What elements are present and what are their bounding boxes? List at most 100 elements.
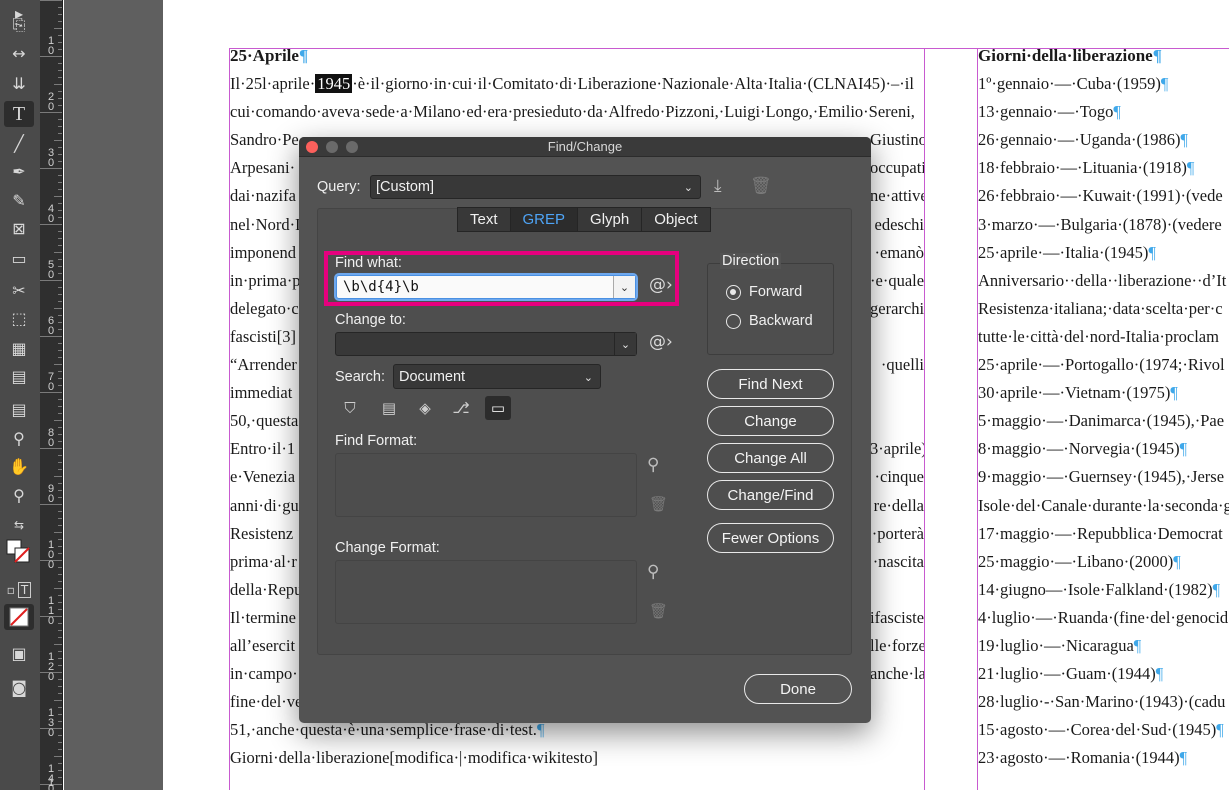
ruler-tick [58, 679, 62, 680]
text-line-fragment: 3·aprile) [870, 435, 924, 463]
none-swatch-icon[interactable] [4, 604, 34, 630]
change-all-button[interactable]: Change All [707, 443, 834, 473]
tab-grep[interactable]: GREP [510, 207, 579, 232]
specify-change-format-icon[interactable]: ⚲ [647, 562, 659, 582]
include-master-pages-icon[interactable]: ⎇ [448, 396, 474, 420]
pilcrow: ¶ [1180, 439, 1187, 458]
at-symbol: @ [649, 332, 666, 352]
delete-query-icon[interactable]: 🗑 [750, 176, 772, 196]
dialog-titlebar[interactable]: Find/Change [299, 137, 871, 157]
text-frame-column-2[interactable]: Giorni·della·liberazione¶1º·gennaio·—·Cu… [978, 42, 1229, 772]
ruler-tick [54, 756, 62, 757]
change-to-history-dropdown[interactable]: ⌄ [614, 333, 636, 355]
ruler-tick [58, 161, 62, 162]
ruler-tick [58, 378, 62, 379]
search-scope-dropdown[interactable]: Document ⌄ [393, 364, 601, 389]
find-format-box[interactable] [335, 453, 637, 517]
ruler-tick [58, 693, 62, 694]
ruler-tick [58, 665, 62, 666]
text-line: Resistenza·italiana;·data·scelta·per·c [978, 295, 1229, 323]
text-line: 25·maggio·—·Libano·(2000)¶ [978, 548, 1229, 576]
pilcrow: ¶ [299, 46, 308, 65]
ruler-tick [58, 630, 62, 631]
ruler-tick [54, 28, 62, 29]
formatting-text-icon[interactable]: ▫ T [4, 577, 34, 603]
ruler-tick [58, 245, 62, 246]
content-collector-icon[interactable]: ⇊ [4, 70, 34, 96]
ruler-tick [58, 595, 62, 596]
text-line-fragment: ·porterà [870, 520, 924, 548]
text-line: 30·aprile·—·Vietnam·(1975)¶ [978, 379, 1229, 407]
direction-forward-label[interactable]: Forward [749, 284, 802, 300]
tab-glyph[interactable]: Glyph [577, 207, 642, 232]
done-button[interactable]: Done [744, 674, 852, 704]
swap-icon[interactable]: ⇆ [4, 512, 34, 538]
chevron-down-icon: ⌄ [584, 371, 593, 384]
find-change-dialog: Find/Change Query: [Custom] ⌄ ⤓ 🗑 Text G… [299, 137, 871, 723]
view-mode-icon[interactable]: ▣ [4, 640, 34, 666]
direction-forward-radio[interactable] [726, 285, 741, 300]
vertical-ruler[interactable]: 1 02 03 04 05 06 07 08 09 01 0 01 1 01 2… [40, 0, 63, 790]
specify-find-format-icon[interactable]: ⚲ [647, 455, 659, 475]
tools-panel: ▸ ⎘ ↔ ⇊ T ╱ ✒ ✎ ⊠ ▭ ✂ ⬚ ▦ ▤ ▤ ⚲ ✋ ⚲ ⇆ ▫ … [0, 0, 40, 790]
find-what-history-dropdown[interactable]: ⌄ [613, 276, 635, 298]
pilcrow: ¶ [1213, 580, 1220, 599]
rectangle-icon[interactable]: ▭ [4, 245, 34, 271]
text-line-fragment: ifasciste [870, 604, 924, 632]
clear-change-format-icon[interactable]: 🗑 [649, 602, 668, 620]
direction-backward-radio[interactable] [726, 314, 741, 329]
ruler-tick [58, 399, 62, 400]
hand-icon[interactable]: ✋ [4, 453, 34, 479]
zoom-icon[interactable]: ⚲ [4, 482, 34, 508]
ruler-tick [58, 91, 62, 92]
rectangle-frame-icon[interactable]: ⊠ [4, 215, 34, 241]
formatting-label: T [18, 582, 31, 598]
ruler-tick [58, 497, 62, 498]
text-line: 3·marzo·—·Bulgaria·(1878)·(vedere [978, 211, 1229, 239]
find-what-value: \b\d{4}\b [343, 279, 419, 295]
query-dropdown[interactable]: [Custom] ⌄ [370, 175, 701, 199]
note-icon[interactable]: ▤ [4, 396, 34, 422]
gradient-feather-icon[interactable]: ▤ [4, 363, 34, 389]
save-query-icon[interactable]: ⤓ [714, 176, 722, 196]
gap-icon[interactable]: ↔ [4, 40, 34, 66]
clear-find-format-icon[interactable]: 🗑 [649, 495, 668, 513]
find-next-button[interactable]: Find Next [707, 369, 834, 399]
fill-stroke-icon[interactable] [4, 540, 34, 566]
text-line-fragment: re·della [870, 492, 924, 520]
line-icon[interactable]: ╱ [4, 130, 34, 156]
free-transform-icon[interactable]: ⬚ [4, 305, 34, 331]
scissors-icon[interactable]: ✂ [4, 277, 34, 303]
pencil-icon[interactable]: ✎ [4, 187, 34, 213]
find-what-input[interactable]: \b\d{4}\b ⌄ [336, 275, 636, 299]
screen-mode-icon[interactable]: ◙ [4, 674, 34, 700]
change-format-box[interactable] [335, 560, 637, 624]
tab-object[interactable]: Object [641, 207, 710, 232]
eyedropper-icon[interactable]: ⚲ [4, 425, 34, 451]
change-to-label: Change to: [335, 312, 406, 328]
text-line: 4·luglio·—·Ruanda·(fine·del·genocid [978, 604, 1229, 632]
ruler-tick [58, 266, 62, 267]
special-characters-find-icon[interactable]: @› [649, 275, 673, 295]
fewer-options-button[interactable]: Fewer Options [707, 523, 834, 553]
gradient-swatch-icon[interactable]: ▦ [4, 335, 34, 361]
direction-backward-label[interactable]: Backward [749, 313, 813, 329]
change-to-input[interactable]: ⌄ [335, 332, 637, 356]
change-button[interactable]: Change [707, 406, 834, 436]
special-characters-change-icon[interactable]: @› [649, 332, 673, 352]
pilcrow: ¶ [1180, 748, 1187, 767]
text-line: 19·luglio·—·Nicaragua¶ [978, 632, 1229, 660]
text-line: 26·gennaio·—·Uganda·(1986)¶ [978, 126, 1229, 154]
ruler-tick [58, 777, 62, 778]
tab-text[interactable]: Text [457, 207, 511, 232]
include-footnotes-icon[interactable]: ▭ [485, 396, 511, 420]
include-locked-stories-icon[interactable]: ▤ [376, 396, 402, 420]
include-hidden-layers-icon[interactable]: ◈ [412, 396, 438, 420]
ruler-tick [58, 357, 62, 358]
page-icon[interactable]: ⎘ [4, 12, 34, 38]
include-locked-layers-icon[interactable]: ⛉ [337, 396, 363, 420]
type-icon[interactable]: T [4, 101, 34, 127]
pen-icon[interactable]: ✒ [4, 158, 34, 184]
change-find-button[interactable]: Change/Find [707, 480, 834, 510]
ruler-tick [58, 329, 62, 330]
